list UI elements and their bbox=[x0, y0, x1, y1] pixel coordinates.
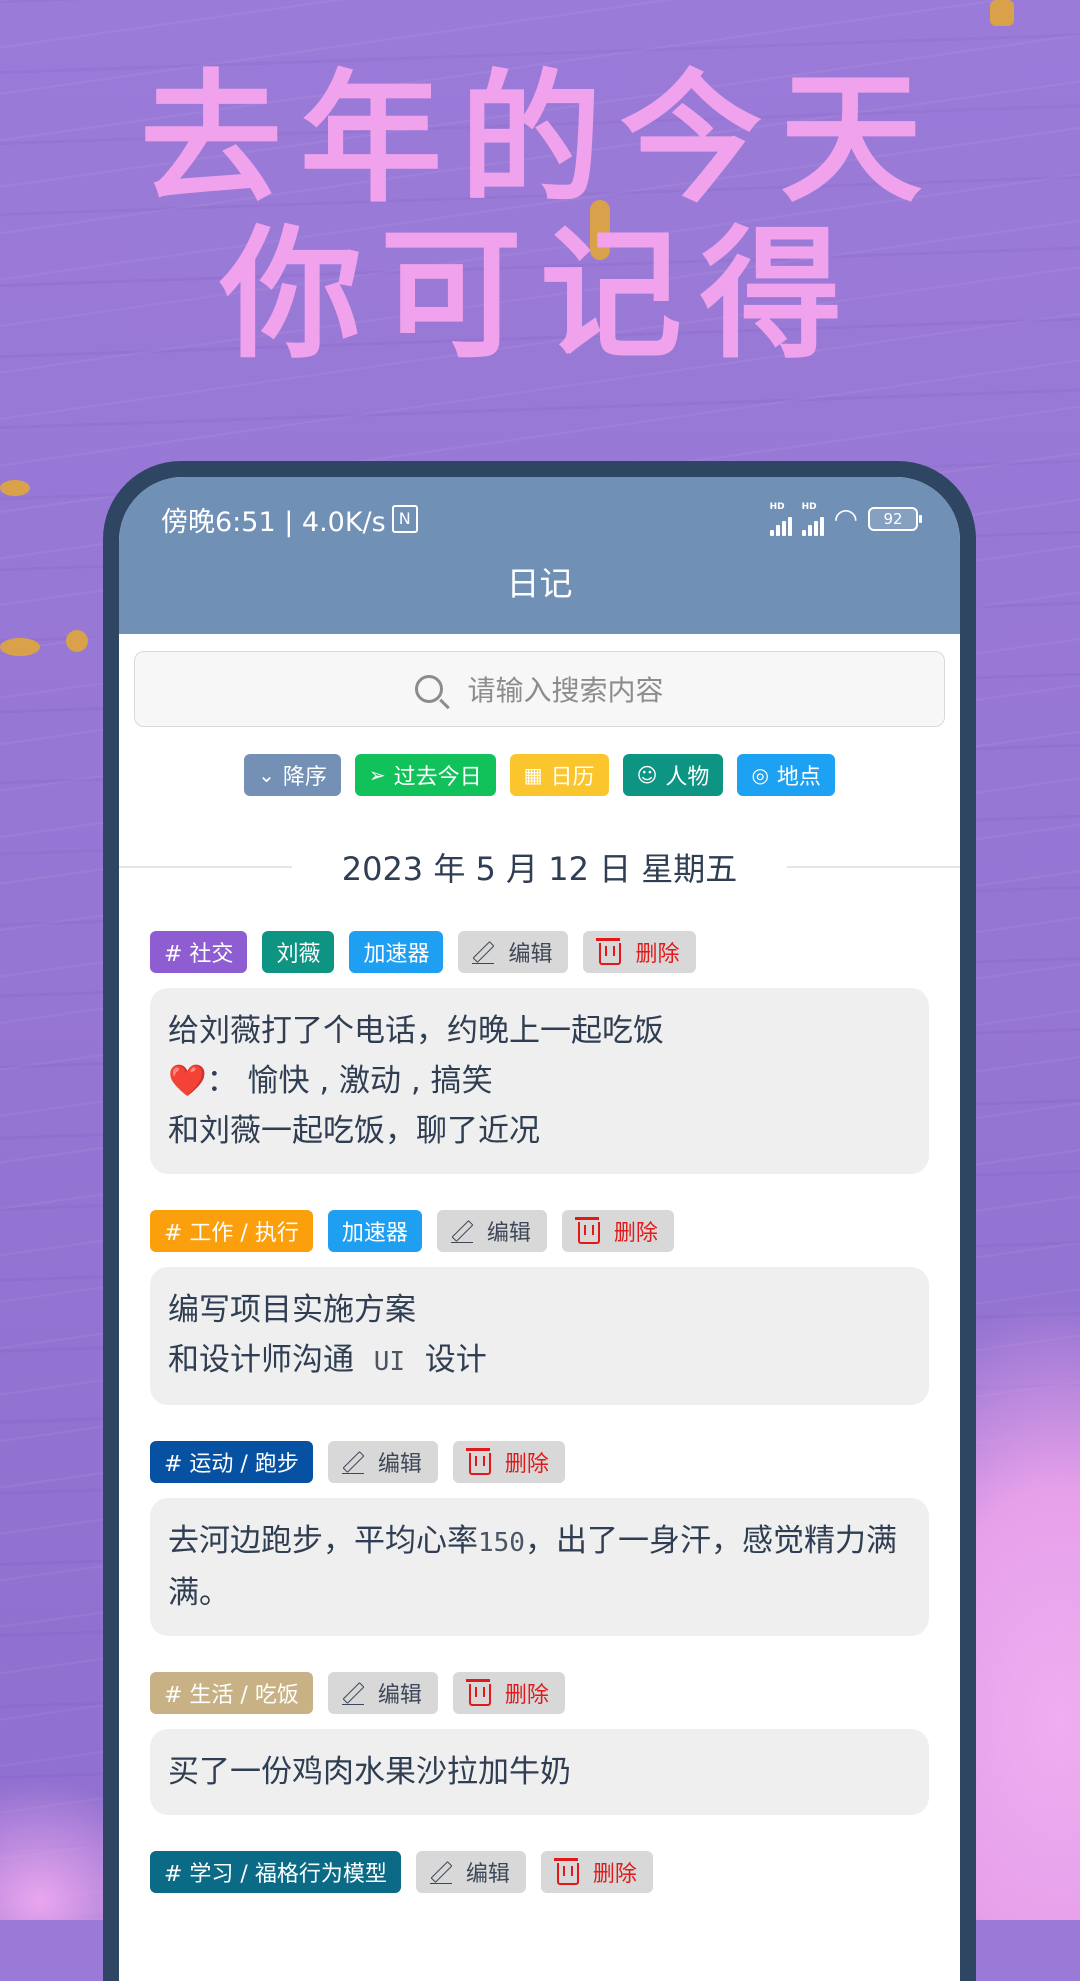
on-this-day-button[interactable]: ➢ 过去今日 bbox=[354, 754, 496, 796]
decorative-paint-blob bbox=[0, 480, 30, 496]
entry-mood-line: ❤️： 愉快 , 激动 , 搞笑 bbox=[168, 1063, 493, 1099]
location-pin-icon: ◎ bbox=[751, 763, 769, 787]
diary-entry-list: # 社交 刘薇 加速器 编辑 删除 给刘薇打了个电话，约晚上一起吃饭 ❤️： 愉… bbox=[119, 931, 960, 1893]
diary-entry: # 学习 / 福格行为模型 编辑 删除 bbox=[150, 1851, 929, 1893]
category-tag[interactable]: # 工作 / 执行 bbox=[150, 1210, 313, 1252]
pencil-icon bbox=[341, 1683, 364, 1705]
person-icon: ☺ bbox=[636, 763, 658, 787]
phone-frame: 傍晚6:51 | 4.0K/s N HD HD ◠ 92 日记 请输入搜索内容 … bbox=[103, 461, 976, 1981]
entry-line: 去河边跑步，平均心率150，出了一身汗，感觉精力满满。 bbox=[168, 1523, 897, 1611]
calendar-icon: ▦ bbox=[523, 763, 543, 787]
edit-button[interactable]: 编辑 bbox=[327, 1441, 438, 1483]
entry-line: 给刘薇打了个电话，约晚上一起吃饭 bbox=[168, 1013, 664, 1049]
search-input[interactable]: 请输入搜索内容 bbox=[134, 651, 945, 727]
entry-line: 和设计师沟通 UI 设计 bbox=[168, 1342, 487, 1378]
pencil-icon bbox=[429, 1862, 452, 1884]
edit-button[interactable]: 编辑 bbox=[436, 1210, 547, 1252]
date-divider: 2023 年 5 月 12 日 星期五 bbox=[119, 844, 960, 890]
places-button[interactable]: ◎ 地点 bbox=[737, 754, 835, 796]
entry-content[interactable]: 编写项目实施方案 和设计师沟通 UI 设计 bbox=[150, 1267, 929, 1405]
calendar-button[interactable]: ▦ 日历 bbox=[509, 754, 609, 796]
people-button[interactable]: ☺ 人物 bbox=[622, 754, 724, 796]
trash-icon bbox=[465, 1448, 491, 1475]
divider-line bbox=[119, 866, 292, 868]
entry-line: 和刘薇一起吃饭，聊了近况 bbox=[168, 1113, 540, 1149]
entry-tags: # 学习 / 福格行为模型 编辑 删除 bbox=[150, 1851, 929, 1893]
filter-bar: ⌄ 降序 ➢ 过去今日 ▦ 日历 ☺ 人物 ◎ 地点 bbox=[119, 754, 960, 796]
trash-icon bbox=[596, 938, 622, 965]
category-tag[interactable]: # 运动 / 跑步 bbox=[150, 1441, 313, 1483]
promo-headline-line1: 去年的今天 bbox=[140, 57, 940, 222]
category-tag[interactable]: # 学习 / 福格行为模型 bbox=[150, 1851, 401, 1893]
entry-tags: # 运动 / 跑步 编辑 删除 bbox=[150, 1441, 929, 1483]
decorative-paint-blob bbox=[66, 630, 88, 652]
delete-button[interactable]: 删除 bbox=[561, 1210, 674, 1252]
wifi-icon: ◠ bbox=[833, 502, 858, 535]
decorative-paint-blob bbox=[990, 0, 1014, 26]
pencil-icon bbox=[450, 1221, 473, 1243]
heart-icon: ❤️ bbox=[168, 1063, 207, 1099]
delete-button[interactable]: 删除 bbox=[452, 1672, 565, 1714]
delete-button[interactable]: 删除 bbox=[540, 1851, 653, 1893]
divider-line bbox=[787, 866, 960, 868]
person-tag[interactable]: 刘薇 bbox=[262, 931, 335, 973]
trash-icon bbox=[465, 1679, 491, 1706]
delete-button[interactable]: 删除 bbox=[583, 931, 696, 973]
pencil-icon bbox=[472, 942, 495, 964]
battery-icon: 92 bbox=[868, 507, 922, 531]
promo-headline-line2: 你可记得 bbox=[220, 213, 860, 378]
diary-entry: # 运动 / 跑步 编辑 删除 去河边跑步，平均心率150，出了一身汗，感觉精力… bbox=[150, 1441, 929, 1636]
entry-line: 编写项目实施方案 bbox=[168, 1292, 416, 1328]
inline-code: 150 bbox=[478, 1528, 525, 1558]
entry-tags: # 社交 刘薇 加速器 编辑 删除 bbox=[150, 931, 929, 973]
entry-line: 买了一份鸡肉水果沙拉加牛奶 bbox=[168, 1754, 571, 1790]
entry-content[interactable]: 去河边跑步，平均心率150，出了一身汗，感觉精力满满。 bbox=[150, 1498, 929, 1636]
phone-screen: 傍晚6:51 | 4.0K/s N HD HD ◠ 92 日记 请输入搜索内容 … bbox=[119, 477, 960, 1981]
navigation-arrow-icon: ➢ bbox=[368, 763, 386, 787]
diary-entry: # 工作 / 执行 加速器 编辑 删除 编写项目实施方案 和设计师沟通 UI 设… bbox=[150, 1210, 929, 1405]
category-tag[interactable]: # 生活 / 吃饭 bbox=[150, 1672, 313, 1714]
cellular-signal-icon: HD bbox=[769, 502, 792, 536]
cellular-signal-icon: HD bbox=[801, 502, 824, 536]
diary-entry: # 社交 刘薇 加速器 编辑 删除 给刘薇打了个电话，约晚上一起吃饭 ❤️： 愉… bbox=[150, 931, 929, 1174]
page-title: 日记 bbox=[506, 564, 573, 603]
status-time-speed: 傍晚6:51 | 4.0K/s bbox=[161, 506, 386, 538]
status-bar: 傍晚6:51 | 4.0K/s N HD HD ◠ 92 bbox=[161, 499, 922, 539]
search-placeholder: 请输入搜索内容 bbox=[467, 674, 664, 707]
label-tag[interactable]: 加速器 bbox=[327, 1210, 422, 1252]
decorative-paint-blob bbox=[0, 638, 40, 656]
edit-button[interactable]: 编辑 bbox=[415, 1851, 526, 1893]
chevron-down-icon: ⌄ bbox=[258, 763, 275, 787]
app-bar: 傍晚6:51 | 4.0K/s N HD HD ◠ 92 日记 bbox=[119, 477, 960, 634]
category-tag[interactable]: # 社交 bbox=[150, 931, 248, 973]
entry-tags: # 生活 / 吃饭 编辑 删除 bbox=[150, 1672, 929, 1714]
trash-icon bbox=[553, 1858, 579, 1885]
edit-button[interactable]: 编辑 bbox=[458, 931, 569, 973]
nfc-icon: N bbox=[391, 505, 418, 533]
entry-content[interactable]: 给刘薇打了个电话，约晚上一起吃饭 ❤️： 愉快 , 激动 , 搞笑 和刘薇一起吃… bbox=[150, 988, 929, 1174]
date-header: 2023 年 5 月 12 日 星期五 bbox=[341, 850, 738, 888]
promo-headline: 去年的今天 你可记得 bbox=[0, 62, 1080, 374]
edit-button[interactable]: 编辑 bbox=[327, 1672, 438, 1714]
inline-code: UI bbox=[373, 1347, 406, 1377]
entry-tags: # 工作 / 执行 加速器 编辑 删除 bbox=[150, 1210, 929, 1252]
diary-entry: # 生活 / 吃饭 编辑 删除 买了一份鸡肉水果沙拉加牛奶 bbox=[150, 1672, 929, 1815]
search-icon bbox=[415, 675, 444, 703]
label-tag[interactable]: 加速器 bbox=[349, 931, 444, 973]
entry-content[interactable]: 买了一份鸡肉水果沙拉加牛奶 bbox=[150, 1729, 929, 1815]
delete-button[interactable]: 删除 bbox=[452, 1441, 565, 1483]
sort-descending-button[interactable]: ⌄ 降序 bbox=[244, 754, 341, 796]
pencil-icon bbox=[341, 1452, 364, 1474]
trash-icon bbox=[574, 1217, 600, 1244]
